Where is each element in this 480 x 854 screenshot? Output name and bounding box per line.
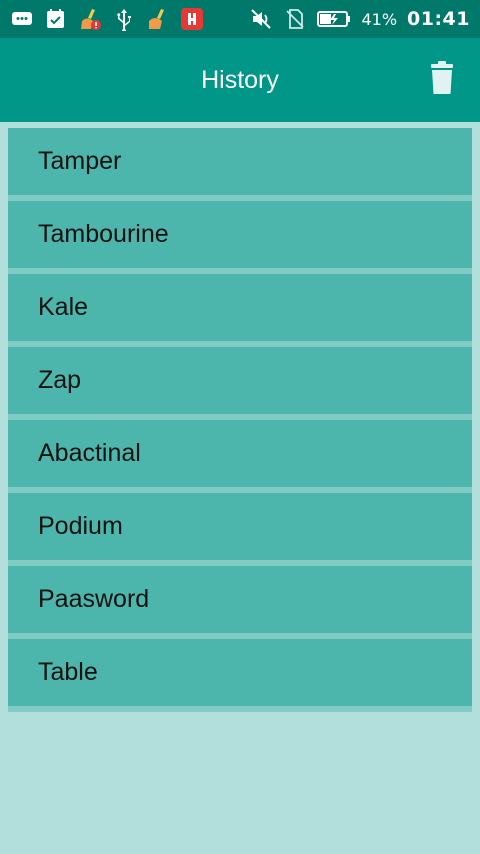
list-item[interactable]: Kale	[8, 274, 472, 341]
list-item-label: Table	[38, 658, 98, 686]
mute-icon	[249, 7, 273, 31]
list-item-label: Paasword	[38, 585, 150, 613]
battery-charging-icon	[317, 7, 351, 31]
list-item[interactable]: Podium	[8, 493, 472, 560]
list-item[interactable]: Zap	[8, 347, 472, 414]
status-bar-notifications	[10, 7, 204, 31]
list-item[interactable]: Abactinal	[8, 420, 472, 487]
status-bar-system: 41% 01:41	[249, 7, 470, 31]
list-item-label: Kale	[38, 293, 89, 321]
calendar-check-icon	[44, 7, 68, 31]
no-sim-icon	[283, 7, 307, 31]
delete-history-button[interactable]	[428, 61, 456, 99]
battery-percentage: 41%	[361, 9, 398, 29]
list-item[interactable]: Tambourine	[8, 201, 472, 268]
list-item[interactable]: Table	[8, 639, 472, 706]
cleaner-icon	[146, 7, 170, 31]
trash-icon	[429, 61, 455, 99]
chat-bubble-icon	[10, 7, 34, 31]
app-red-icon	[180, 7, 204, 31]
page-title: History	[201, 65, 279, 94]
clock: 01:41	[407, 8, 470, 30]
list-item-label: Tamper	[38, 147, 122, 175]
list-item-label: Zap	[38, 366, 82, 394]
list-item[interactable]: Tamper	[8, 128, 472, 195]
status-bar: 41% 01:41	[0, 0, 480, 38]
app-bar: History	[0, 38, 480, 122]
list-item-label: Abactinal	[38, 439, 141, 467]
list-item-label: Tambourine	[38, 220, 169, 248]
cleaner-alert-icon	[78, 7, 102, 31]
list-item-label: Podium	[38, 512, 123, 540]
usb-icon	[112, 7, 136, 31]
history-list: Tamper Tambourine Kale Zap Abactinal Pod…	[8, 128, 472, 712]
list-item[interactable]: Paasword	[8, 566, 472, 633]
